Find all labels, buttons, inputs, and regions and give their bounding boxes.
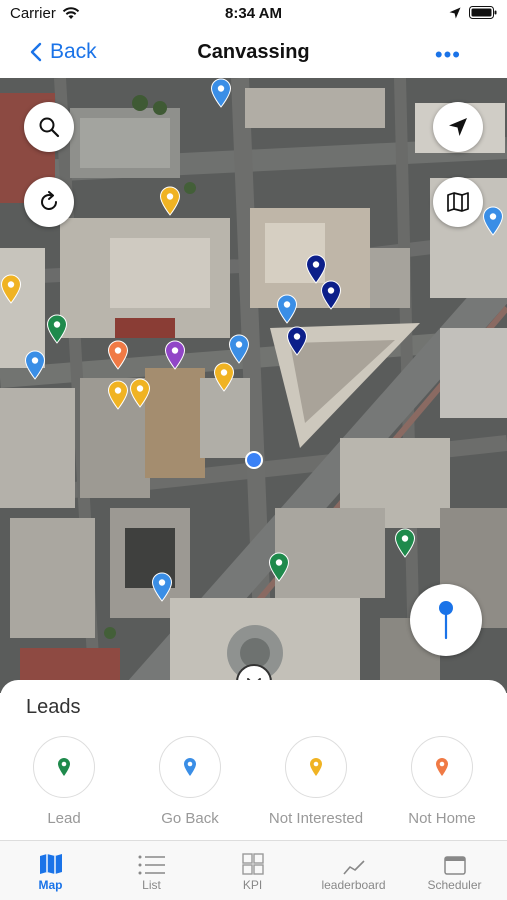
lead-status-go-back[interactable]: Go Back xyxy=(140,736,240,827)
drop-pin-button[interactable] xyxy=(410,584,482,656)
tab-label: KPI xyxy=(242,878,263,892)
more-options-button[interactable]: ••• xyxy=(435,42,461,68)
map-icon xyxy=(447,192,469,212)
calendar-icon xyxy=(443,856,466,875)
tab-label: List xyxy=(142,878,161,892)
green-pin-icon xyxy=(58,758,70,776)
map-type-button[interactable] xyxy=(433,177,483,227)
yellow-lead-pin-icon[interactable] xyxy=(213,362,235,392)
yellow-lead-pin-icon[interactable] xyxy=(0,274,22,304)
tab-bar: Map List KPI leaderboard Scheduler xyxy=(0,840,507,900)
search-icon xyxy=(39,117,60,138)
page-title: Canvassing xyxy=(197,41,310,63)
tab-label: Map xyxy=(38,878,63,892)
lead-status-label: Not Home xyxy=(408,810,476,827)
navigation-arrow-icon xyxy=(449,118,467,136)
blue-lead-pin-icon[interactable] xyxy=(24,350,46,380)
search-map-button[interactable] xyxy=(24,102,74,152)
green-lead-pin-icon[interactable] xyxy=(394,528,416,558)
kpi-icon xyxy=(241,853,264,875)
orange-pin-icon xyxy=(436,758,448,776)
tab-label: leaderboard xyxy=(321,878,386,892)
blue-lead-pin-icon[interactable] xyxy=(276,294,298,324)
green-lead-pin-icon[interactable] xyxy=(46,314,68,344)
navy-lead-pin-icon[interactable] xyxy=(320,280,342,310)
blue-pin-icon xyxy=(184,758,196,776)
blue-lead-pin-icon[interactable] xyxy=(151,572,173,602)
blue-lead-pin-icon[interactable] xyxy=(210,78,232,108)
satellite-map[interactable] xyxy=(0,78,507,693)
refresh-icon xyxy=(41,191,57,210)
refresh-button[interactable] xyxy=(24,177,74,227)
navigation-bar: Back Canvassing ••• xyxy=(0,28,507,78)
location-arrow-icon xyxy=(449,7,461,18)
status-bar: Carrier 8:34 AM xyxy=(0,0,507,28)
lead-status-circle xyxy=(159,736,221,798)
leads-sheet: Leads Lead Go Back Not Interested Not Ho… xyxy=(0,680,507,840)
lead-status-circle xyxy=(411,736,473,798)
tab-kpi[interactable]: KPI xyxy=(202,841,303,900)
clock: 8:34 AM xyxy=(225,5,282,22)
lead-status-not-home[interactable]: Not Home xyxy=(392,736,492,827)
tab-map[interactable]: Map xyxy=(0,841,101,900)
orange-lead-pin-icon[interactable] xyxy=(107,340,129,370)
lead-status-label: Not Interested xyxy=(268,810,364,827)
tab-scheduler[interactable]: Scheduler xyxy=(404,841,505,900)
blue-lead-pin-icon[interactable] xyxy=(228,334,250,364)
yellow-lead-pin-icon[interactable] xyxy=(129,378,151,408)
yellow-lead-pin-icon[interactable] xyxy=(159,186,181,216)
tab-list[interactable]: List xyxy=(101,841,202,900)
navy-lead-pin-icon[interactable] xyxy=(286,326,308,356)
list-icon xyxy=(138,855,165,875)
battery-icon xyxy=(469,6,497,19)
map-pin-icon xyxy=(439,601,453,640)
lead-status-circle xyxy=(33,736,95,798)
lead-status-circle xyxy=(285,736,347,798)
current-location-button[interactable] xyxy=(433,102,483,152)
yellow-lead-pin-icon[interactable] xyxy=(107,380,129,410)
purple-lead-pin-icon[interactable] xyxy=(164,340,186,370)
lead-status-not-interested[interactable]: Not Interested xyxy=(266,736,366,827)
lead-status-lead[interactable]: Lead xyxy=(14,736,114,827)
tab-leaderboard[interactable]: leaderboard xyxy=(303,841,404,900)
lead-status-label: Lead xyxy=(47,810,81,827)
green-lead-pin-icon[interactable] xyxy=(268,552,290,582)
lead-status-label: Go Back xyxy=(161,810,219,827)
map-icon xyxy=(39,854,62,874)
leaderboard-icon xyxy=(342,860,365,875)
current-location-dot xyxy=(245,451,263,469)
leads-heading: Leads xyxy=(26,696,81,718)
blue-lead-pin-icon[interactable] xyxy=(482,206,504,236)
tab-label: Scheduler xyxy=(427,878,482,892)
yellow-pin-icon xyxy=(310,758,322,776)
